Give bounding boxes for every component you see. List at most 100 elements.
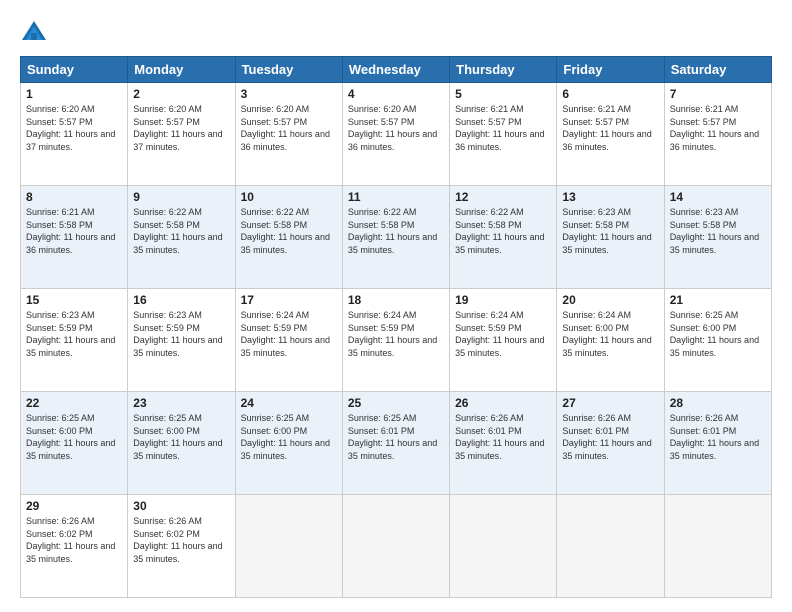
- day-info: Sunrise: 6:25 AMSunset: 6:00 PMDaylight:…: [26, 413, 115, 461]
- page: Sunday Monday Tuesday Wednesday Thursday…: [0, 0, 792, 612]
- calendar-table: Sunday Monday Tuesday Wednesday Thursday…: [20, 56, 772, 598]
- logo: [20, 18, 52, 46]
- day-info: Sunrise: 6:20 AMSunset: 5:57 PMDaylight:…: [26, 104, 115, 152]
- header-sunday: Sunday: [21, 57, 128, 83]
- header: [20, 18, 772, 46]
- calendar-day-cell: 18 Sunrise: 6:24 AMSunset: 5:59 PMDaylig…: [342, 289, 449, 392]
- day-info: Sunrise: 6:25 AMSunset: 6:00 PMDaylight:…: [670, 310, 759, 358]
- day-info: Sunrise: 6:22 AMSunset: 5:58 PMDaylight:…: [241, 207, 330, 255]
- day-number: 4: [348, 87, 444, 101]
- day-number: 16: [133, 293, 229, 307]
- calendar-day-cell: 10 Sunrise: 6:22 AMSunset: 5:58 PMDaylig…: [235, 186, 342, 289]
- day-info: Sunrise: 6:26 AMSunset: 6:02 PMDaylight:…: [26, 516, 115, 564]
- header-friday: Friday: [557, 57, 664, 83]
- day-info: Sunrise: 6:24 AMSunset: 6:00 PMDaylight:…: [562, 310, 651, 358]
- calendar-day-cell: 7 Sunrise: 6:21 AMSunset: 5:57 PMDayligh…: [664, 83, 771, 186]
- calendar-day-cell: 5 Sunrise: 6:21 AMSunset: 5:57 PMDayligh…: [450, 83, 557, 186]
- day-info: Sunrise: 6:22 AMSunset: 5:58 PMDaylight:…: [133, 207, 222, 255]
- header-saturday: Saturday: [664, 57, 771, 83]
- day-info: Sunrise: 6:20 AMSunset: 5:57 PMDaylight:…: [348, 104, 437, 152]
- calendar-header-row: Sunday Monday Tuesday Wednesday Thursday…: [21, 57, 772, 83]
- calendar-day-cell: 2 Sunrise: 6:20 AMSunset: 5:57 PMDayligh…: [128, 83, 235, 186]
- calendar-day-cell: 15 Sunrise: 6:23 AMSunset: 5:59 PMDaylig…: [21, 289, 128, 392]
- day-number: 3: [241, 87, 337, 101]
- calendar-day-cell: 1 Sunrise: 6:20 AMSunset: 5:57 PMDayligh…: [21, 83, 128, 186]
- calendar-day-cell: 16 Sunrise: 6:23 AMSunset: 5:59 PMDaylig…: [128, 289, 235, 392]
- calendar-week-row: 1 Sunrise: 6:20 AMSunset: 5:57 PMDayligh…: [21, 83, 772, 186]
- day-info: Sunrise: 6:22 AMSunset: 5:58 PMDaylight:…: [348, 207, 437, 255]
- day-info: Sunrise: 6:23 AMSunset: 5:59 PMDaylight:…: [133, 310, 222, 358]
- calendar-day-cell: [664, 495, 771, 598]
- calendar-day-cell: 26 Sunrise: 6:26 AMSunset: 6:01 PMDaylig…: [450, 392, 557, 495]
- calendar-day-cell: 23 Sunrise: 6:25 AMSunset: 6:00 PMDaylig…: [128, 392, 235, 495]
- calendar-day-cell: 9 Sunrise: 6:22 AMSunset: 5:58 PMDayligh…: [128, 186, 235, 289]
- day-info: Sunrise: 6:20 AMSunset: 5:57 PMDaylight:…: [241, 104, 330, 152]
- day-info: Sunrise: 6:26 AMSunset: 6:01 PMDaylight:…: [670, 413, 759, 461]
- calendar-day-cell: [342, 495, 449, 598]
- day-info: Sunrise: 6:25 AMSunset: 6:00 PMDaylight:…: [133, 413, 222, 461]
- calendar-day-cell: 19 Sunrise: 6:24 AMSunset: 5:59 PMDaylig…: [450, 289, 557, 392]
- calendar-week-row: 8 Sunrise: 6:21 AMSunset: 5:58 PMDayligh…: [21, 186, 772, 289]
- day-number: 23: [133, 396, 229, 410]
- calendar-day-cell: 3 Sunrise: 6:20 AMSunset: 5:57 PMDayligh…: [235, 83, 342, 186]
- day-number: 24: [241, 396, 337, 410]
- day-info: Sunrise: 6:21 AMSunset: 5:57 PMDaylight:…: [562, 104, 651, 152]
- calendar-day-cell: 21 Sunrise: 6:25 AMSunset: 6:00 PMDaylig…: [664, 289, 771, 392]
- day-info: Sunrise: 6:24 AMSunset: 5:59 PMDaylight:…: [455, 310, 544, 358]
- calendar-day-cell: 12 Sunrise: 6:22 AMSunset: 5:58 PMDaylig…: [450, 186, 557, 289]
- day-info: Sunrise: 6:25 AMSunset: 6:01 PMDaylight:…: [348, 413, 437, 461]
- day-info: Sunrise: 6:24 AMSunset: 5:59 PMDaylight:…: [348, 310, 437, 358]
- day-number: 8: [26, 190, 122, 204]
- calendar-day-cell: 4 Sunrise: 6:20 AMSunset: 5:57 PMDayligh…: [342, 83, 449, 186]
- day-number: 30: [133, 499, 229, 513]
- header-thursday: Thursday: [450, 57, 557, 83]
- calendar-day-cell: 13 Sunrise: 6:23 AMSunset: 5:58 PMDaylig…: [557, 186, 664, 289]
- day-number: 12: [455, 190, 551, 204]
- day-number: 27: [562, 396, 658, 410]
- day-number: 18: [348, 293, 444, 307]
- header-monday: Monday: [128, 57, 235, 83]
- day-number: 1: [26, 87, 122, 101]
- calendar-day-cell: [450, 495, 557, 598]
- calendar-day-cell: 14 Sunrise: 6:23 AMSunset: 5:58 PMDaylig…: [664, 186, 771, 289]
- day-number: 21: [670, 293, 766, 307]
- calendar-day-cell: 11 Sunrise: 6:22 AMSunset: 5:58 PMDaylig…: [342, 186, 449, 289]
- day-info: Sunrise: 6:22 AMSunset: 5:58 PMDaylight:…: [455, 207, 544, 255]
- day-number: 13: [562, 190, 658, 204]
- day-number: 2: [133, 87, 229, 101]
- day-number: 14: [670, 190, 766, 204]
- day-number: 28: [670, 396, 766, 410]
- calendar-day-cell: 17 Sunrise: 6:24 AMSunset: 5:59 PMDaylig…: [235, 289, 342, 392]
- calendar-day-cell: 8 Sunrise: 6:21 AMSunset: 5:58 PMDayligh…: [21, 186, 128, 289]
- calendar-day-cell: 22 Sunrise: 6:25 AMSunset: 6:00 PMDaylig…: [21, 392, 128, 495]
- day-info: Sunrise: 6:26 AMSunset: 6:02 PMDaylight:…: [133, 516, 222, 564]
- day-info: Sunrise: 6:20 AMSunset: 5:57 PMDaylight:…: [133, 104, 222, 152]
- calendar-week-row: 29 Sunrise: 6:26 AMSunset: 6:02 PMDaylig…: [21, 495, 772, 598]
- calendar-day-cell: 29 Sunrise: 6:26 AMSunset: 6:02 PMDaylig…: [21, 495, 128, 598]
- calendar-day-cell: 30 Sunrise: 6:26 AMSunset: 6:02 PMDaylig…: [128, 495, 235, 598]
- day-info: Sunrise: 6:21 AMSunset: 5:57 PMDaylight:…: [670, 104, 759, 152]
- calendar-day-cell: 28 Sunrise: 6:26 AMSunset: 6:01 PMDaylig…: [664, 392, 771, 495]
- header-wednesday: Wednesday: [342, 57, 449, 83]
- day-number: 29: [26, 499, 122, 513]
- day-number: 9: [133, 190, 229, 204]
- day-info: Sunrise: 6:21 AMSunset: 5:58 PMDaylight:…: [26, 207, 115, 255]
- day-info: Sunrise: 6:24 AMSunset: 5:59 PMDaylight:…: [241, 310, 330, 358]
- day-number: 6: [562, 87, 658, 101]
- day-number: 20: [562, 293, 658, 307]
- day-number: 15: [26, 293, 122, 307]
- calendar-day-cell: 24 Sunrise: 6:25 AMSunset: 6:00 PMDaylig…: [235, 392, 342, 495]
- day-info: Sunrise: 6:23 AMSunset: 5:58 PMDaylight:…: [670, 207, 759, 255]
- day-number: 17: [241, 293, 337, 307]
- day-number: 25: [348, 396, 444, 410]
- calendar-day-cell: [235, 495, 342, 598]
- day-number: 19: [455, 293, 551, 307]
- calendar-day-cell: 6 Sunrise: 6:21 AMSunset: 5:57 PMDayligh…: [557, 83, 664, 186]
- day-info: Sunrise: 6:21 AMSunset: 5:57 PMDaylight:…: [455, 104, 544, 152]
- day-info: Sunrise: 6:26 AMSunset: 6:01 PMDaylight:…: [455, 413, 544, 461]
- day-number: 7: [670, 87, 766, 101]
- day-info: Sunrise: 6:25 AMSunset: 6:00 PMDaylight:…: [241, 413, 330, 461]
- day-number: 26: [455, 396, 551, 410]
- calendar-day-cell: 25 Sunrise: 6:25 AMSunset: 6:01 PMDaylig…: [342, 392, 449, 495]
- calendar-day-cell: 20 Sunrise: 6:24 AMSunset: 6:00 PMDaylig…: [557, 289, 664, 392]
